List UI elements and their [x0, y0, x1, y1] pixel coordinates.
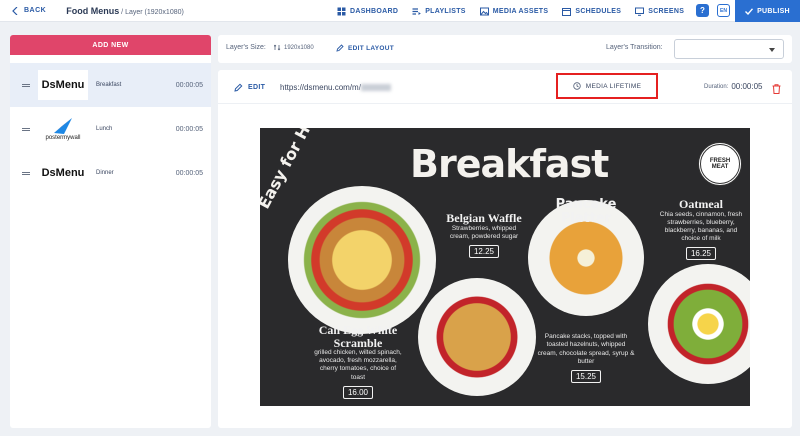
nav-media-label: MEDIA ASSETS: [492, 7, 549, 15]
dashboard-icon: [337, 7, 346, 15]
nav-playlists-label: PLAYLISTS: [425, 7, 466, 15]
list-item[interactable]: DsMenu Dinner 00:00:05: [10, 151, 211, 195]
screen-icon: [635, 7, 645, 16]
nav-screens-label: SCREENS: [648, 7, 685, 15]
list-item[interactable]: DsMenu Breakfast 00:00:05: [10, 63, 211, 107]
playlist-icon: [412, 7, 422, 15]
plate-scramble: [288, 186, 436, 334]
layer-size-label: Layer's Size:: [226, 44, 266, 51]
clock-icon: [573, 82, 581, 90]
add-new-button[interactable]: ADD NEW: [10, 35, 211, 55]
publish-button[interactable]: PUBLISH: [735, 0, 800, 22]
nav-screens[interactable]: SCREENS: [635, 7, 684, 16]
nav-schedules[interactable]: SCHEDULES: [562, 7, 621, 16]
item-name: Breakfast: [96, 82, 122, 88]
menu-item-scramble: Cali Egg White Scramble grilled chicken,…: [312, 324, 404, 400]
duration-label: Duration:: [704, 83, 729, 90]
item-duration: 00:00:05: [175, 125, 203, 133]
breadcrumb-subtitle: / Layer (1920x1080): [119, 8, 184, 16]
media-lifetime-label: MEDIA LIFETIME: [585, 82, 642, 90]
resize-icon: [274, 44, 281, 51]
media-card-header: EDIT https://dsmenu.com/m/ MEDIA LIFETIM…: [218, 70, 792, 104]
language-button[interactable]: EN: [717, 4, 730, 17]
page-title: Food Menus / Layer (1920x1080): [66, 6, 184, 16]
drag-handle-icon[interactable]: [22, 171, 30, 175]
item-name: Lunch: [96, 126, 113, 132]
media-icon: [479, 7, 489, 15]
nav-media-assets[interactable]: MEDIA ASSETS: [479, 7, 549, 16]
menu-item-waffle: Belgian Waffle Strawberries, whipped cre…: [446, 212, 522, 259]
menu-item-pancake: Pancake Platter Pancake stacks, topped w…: [536, 198, 636, 384]
menu-item-desc: Pancake stacks, topped with toasted haze…: [537, 333, 635, 365]
checkmark-icon: [745, 7, 754, 15]
drag-handle-icon[interactable]: [22, 83, 30, 87]
delete-button[interactable]: [772, 81, 781, 99]
nav-dashboard[interactable]: DASHBOARD: [337, 7, 398, 16]
chevron-left-icon: [12, 6, 18, 15]
redacted-url-segment: [360, 84, 391, 92]
layer-size-value: 1920x1080: [284, 44, 314, 51]
list-item[interactable]: postermywall Lunch 00:00:05: [10, 107, 211, 151]
menu-item-name: Pancake Platter: [555, 197, 617, 226]
pencil-icon: [336, 44, 344, 52]
fresh-meat-seal: FRESH MEAT: [698, 142, 742, 186]
help-button[interactable]: ?: [696, 4, 709, 17]
drag-handle-icon[interactable]: [22, 127, 30, 131]
menu-item-desc: Strawberries, whipped cream, powdered su…: [449, 224, 519, 240]
nav-playlists[interactable]: PLAYLISTS: [412, 7, 466, 16]
main-panel: Layer's Size: 1920x1080 EDIT LAYOUT Laye…: [218, 35, 792, 428]
poster-title: Breakfast: [410, 142, 609, 186]
media-lifetime-button[interactable]: MEDIA LIFETIME: [556, 73, 658, 99]
item-thumbnail: DsMenu: [38, 158, 88, 188]
nav-dashboard-label: DASHBOARD: [350, 7, 399, 15]
chevron-down-icon: [769, 48, 775, 52]
pencil-icon: [234, 83, 243, 92]
item-name: Dinner: [96, 170, 114, 176]
menu-item-price: 16.00: [342, 385, 374, 399]
media-url[interactable]: https://dsmenu.com/m/: [280, 83, 391, 92]
transition-select[interactable]: [674, 39, 784, 59]
edit-layout-button[interactable]: EDIT LAYOUT: [336, 44, 394, 52]
menu-item-oatmeal: Oatmeal Chia seeds, cinnamon, fresh stra…: [656, 198, 746, 261]
menu-item-name: Cali Egg White Scramble: [318, 323, 398, 350]
menu-item-desc: Chia seeds, cinnamon, fresh strawberries…: [659, 210, 743, 242]
main-nav: DASHBOARD PLAYLISTS MEDIA ASSETS SCHEDUL…: [337, 0, 684, 22]
plate-oatmeal: [648, 264, 750, 384]
item-thumbnail: DsMenu: [38, 70, 88, 100]
plate-waffle: [418, 278, 536, 396]
layer-list-sidebar: ADD NEW DsMenu Breakfast 00:00:05 poster…: [10, 35, 211, 428]
top-bar: BACK Food Menus / Layer (1920x1080) DASH…: [0, 0, 800, 22]
edit-layout-label: EDIT LAYOUT: [348, 44, 395, 52]
edit-media-label: EDIT: [248, 84, 266, 91]
duration-value: 00:00:05: [731, 82, 763, 91]
menu-item-price: 15.25: [570, 369, 602, 383]
media-duration: Duration: 00:00:05: [704, 82, 763, 91]
back-label: BACK: [24, 7, 47, 14]
menu-item-price: 12.25: [468, 244, 500, 258]
nav-schedules-label: SCHEDULES: [575, 7, 622, 15]
item-duration: 00:00:05: [175, 81, 203, 89]
edit-media-button[interactable]: EDIT: [234, 83, 265, 92]
item-thumbnail: postermywall: [38, 114, 88, 144]
item-duration: 00:00:05: [175, 169, 203, 177]
transition-label: Layer's Transition:: [606, 44, 663, 51]
menu-item-name: Oatmeal: [679, 197, 723, 211]
media-preview: Breakfast Easy for Here or To-Go FRESH M…: [260, 128, 750, 406]
breadcrumb-title: Food Menus: [66, 5, 120, 16]
trash-icon: [772, 84, 781, 94]
back-button[interactable]: BACK: [12, 6, 47, 15]
publish-label: PUBLISH: [757, 7, 790, 15]
layer-size: 1920x1080: [274, 44, 314, 51]
menu-item-desc: grilled chicken, wilted spinach, avocado…: [314, 349, 402, 381]
layer-toolbar: Layer's Size: 1920x1080 EDIT LAYOUT Laye…: [218, 35, 792, 63]
media-url-text: https://dsmenu.com/m/: [280, 83, 361, 92]
menu-item-price: 16.25: [685, 247, 717, 261]
postermywall-logo-icon: [54, 118, 72, 134]
calendar-icon: [562, 7, 572, 16]
media-card: EDIT https://dsmenu.com/m/ MEDIA LIFETIM…: [218, 70, 792, 428]
menu-item-name: Belgian Waffle: [446, 211, 522, 225]
item-thumbnail-text: postermywall: [45, 135, 81, 141]
